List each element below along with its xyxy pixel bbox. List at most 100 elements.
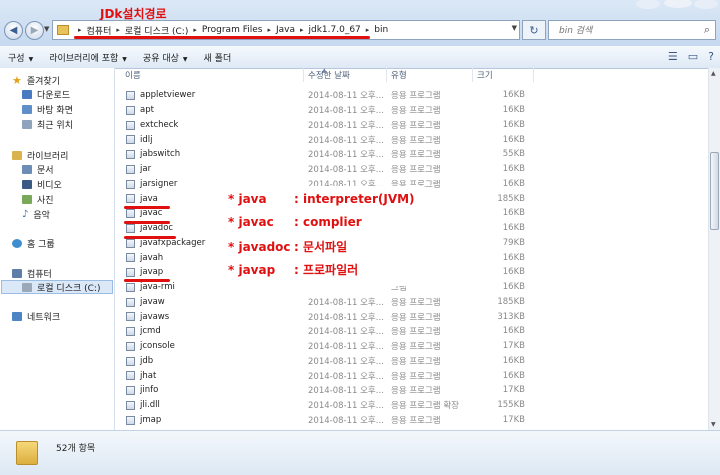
file-size: 16KB <box>502 90 525 101</box>
file-row[interactable]: jdb 2014-08-11 오후... 응용 프로그램 16KB <box>115 354 708 369</box>
sidebar-item-pictures[interactable]: 사진 <box>22 192 54 206</box>
executable-icon <box>126 327 135 336</box>
music-icon: ♪ <box>22 208 29 220</box>
breadcrumb-java[interactable]: Java <box>276 25 295 35</box>
file-size: 16KB <box>502 370 525 381</box>
callout-line: * java: interpreter(JVM) <box>228 192 415 206</box>
callout-line: * javap: 프로파일러 <box>228 263 359 277</box>
column-divider[interactable] <box>386 68 387 82</box>
chevron-down-icon: ▼ <box>122 55 127 63</box>
navigation-pane: ★ 즐겨찾기 다운로드 바탕 화면 최근 위치 라이브러리 문서 비디오 사진 … <box>0 68 115 430</box>
column-header-date[interactable]: 수정한 날짜 <box>308 68 350 82</box>
file-row[interactable]: jhat 2014-08-11 오후... 응용 프로그램 16KB <box>115 368 708 383</box>
sidebar-item-libraries[interactable]: 라이브러리 <box>12 148 68 162</box>
sidebar-item-documents[interactable]: 문서 <box>22 162 54 176</box>
breadcrumb-local-disk[interactable]: 로컬 디스크 (C:) <box>125 24 188 37</box>
sidebar-item-network[interactable]: 네트워크 <box>12 309 60 323</box>
file-row[interactable]: jconsole 2014-08-11 오후... 응용 프로그램 17KB <box>115 339 708 354</box>
breadcrumb-jdk[interactable]: jdk1.7.0_67 <box>309 25 361 35</box>
file-size: 16KB <box>502 178 525 189</box>
file-name: javadoc <box>140 223 174 234</box>
organize-menu[interactable]: 구성 ▼ <box>0 51 41 64</box>
breadcrumb-separator-icon[interactable]: ▸ <box>366 26 370 34</box>
sidebar-item-desktop[interactable]: 바탕 화면 <box>22 102 73 116</box>
file-row[interactable]: javaws 2014-08-11 오후... 응용 프로그램 313KB <box>115 309 708 324</box>
address-dropdown-icon[interactable]: ▼ <box>512 24 517 32</box>
file-row[interactable]: apt 2014-08-11 오후... 응용 프로그램 16KB <box>115 103 708 118</box>
search-box[interactable]: ⌕ <box>548 20 716 40</box>
column-header-type[interactable]: 유형 <box>391 68 407 82</box>
vertical-scrollbar[interactable]: ▲ ▼ <box>708 68 720 430</box>
computer-icon <box>12 268 22 278</box>
scroll-down-icon[interactable]: ▼ <box>711 421 716 428</box>
column-header-name[interactable]: 이름 <box>125 68 141 82</box>
breadcrumb-separator-icon[interactable]: ▸ <box>267 26 271 34</box>
column-divider[interactable] <box>303 68 304 82</box>
breadcrumb-computer[interactable]: 컴퓨터 <box>87 24 112 37</box>
file-row[interactable]: idlj 2014-08-11 오후... 응용 프로그램 16KB <box>115 132 708 147</box>
help-icon[interactable]: ? <box>708 50 714 63</box>
executable-icon <box>126 386 135 395</box>
recent-pages-dropdown[interactable]: ▼ <box>44 25 49 33</box>
file-type: 응용 프로그램 <box>391 120 441 131</box>
sidebar-item-local-disk[interactable]: 로컬 디스크 (C:) <box>1 280 113 294</box>
videos-icon <box>22 179 32 189</box>
window-titlebar: JDk설치경로 ◀ ▶ ▼ ▸ 컴퓨터 ▸ 로컬 디스크 (C:) ▸ Prog… <box>0 0 720 46</box>
file-date: 2014-08-11 오후... <box>308 165 384 176</box>
file-row[interactable]: jcmd 2014-08-11 오후... 응용 프로그램 16KB <box>115 324 708 339</box>
scroll-up-icon[interactable]: ▲ <box>711 70 716 77</box>
file-date: 2014-08-11 오후... <box>308 297 384 308</box>
sidebar-item-homegroup[interactable]: 홈 그룹 <box>12 236 55 250</box>
breadcrumb-separator-icon[interactable]: ▸ <box>78 26 82 34</box>
executable-icon <box>126 91 135 100</box>
search-icon[interactable]: ⌕ <box>704 23 710 37</box>
executable-icon <box>126 120 135 130</box>
file-row[interactable]: jabswitch 2014-08-11 오후... 응용 프로그램 55KB <box>115 147 708 162</box>
file-row[interactable]: extcheck 2014-08-11 오후... 응용 프로그램 16KB <box>115 118 708 133</box>
file-type: 응용 프로그램 <box>391 297 441 308</box>
column-divider[interactable] <box>533 68 534 82</box>
command-bar: 구성 ▼ 라이브러리에 포함 ▼ 공유 대상 ▼ 새 폴더 ☰ ▭ ? <box>0 46 720 69</box>
file-type: 응용 프로그램 <box>391 150 441 161</box>
annotation-callout: * java: interpreter(JVM) * javac: compli… <box>228 186 424 286</box>
breadcrumb-program-files[interactable]: Program Files <box>202 25 263 35</box>
breadcrumb-separator-icon[interactable]: ▸ <box>116 26 120 34</box>
sidebar-item-favorites[interactable]: ★ 즐겨찾기 <box>12 73 60 87</box>
sidebar-item-downloads[interactable]: 다운로드 <box>22 87 70 101</box>
file-type: 응용 프로그램 <box>391 371 441 382</box>
share-with-menu[interactable]: 공유 대상 ▼ <box>135 51 196 64</box>
file-name: java <box>140 193 158 204</box>
file-size: 55KB <box>502 149 525 160</box>
executable-icon <box>126 135 135 145</box>
new-folder-button[interactable]: 새 폴더 <box>196 51 240 64</box>
file-type: 응용 프로그램 <box>391 386 441 397</box>
sidebar-item-recent-places[interactable]: 최근 위치 <box>22 117 73 131</box>
file-type: 응용 프로그램 <box>391 106 441 117</box>
sidebar-item-music[interactable]: ♪ 음악 <box>22 207 50 221</box>
file-row[interactable]: jar 2014-08-11 오후... 응용 프로그램 16KB <box>115 162 708 177</box>
pictures-icon <box>22 194 32 204</box>
chevron-down-icon: ▼ <box>28 55 34 63</box>
executable-icon <box>126 282 135 292</box>
search-input[interactable] <box>557 22 701 40</box>
column-divider[interactable] <box>472 68 473 82</box>
breadcrumb-separator-icon[interactable]: ▸ <box>193 26 197 34</box>
refresh-button[interactable]: ↻ <box>522 20 546 40</box>
scrollbar-thumb[interactable] <box>710 152 719 230</box>
file-row[interactable]: jinfo 2014-08-11 오후... 응용 프로그램 17KB <box>115 383 708 398</box>
file-row[interactable]: jli.dll 2014-08-11 오후... 응용 프로그램 확장 155KB <box>115 398 708 413</box>
back-button[interactable]: ◀ <box>4 21 23 40</box>
view-options-icon[interactable]: ☰ <box>668 50 678 63</box>
sidebar-item-computer[interactable]: 컴퓨터 <box>12 266 52 280</box>
breadcrumb-bin[interactable]: bin <box>374 25 388 35</box>
file-row[interactable]: appletviewer 2014-08-11 오후... 응용 프로그램 16KB <box>115 88 708 103</box>
forward-button[interactable]: ▶ <box>25 21 44 40</box>
preview-pane-icon[interactable]: ▭ <box>688 50 698 63</box>
executable-icon <box>126 105 135 115</box>
sidebar-item-videos[interactable]: 비디오 <box>22 177 62 191</box>
include-in-library-menu[interactable]: 라이브러리에 포함 ▼ <box>41 51 135 64</box>
file-row[interactable]: javaw 2014-08-11 오후... 응용 프로그램 185KB <box>115 295 708 310</box>
file-row[interactable]: jmap 2014-08-11 오후... 응용 프로그램 17KB <box>115 413 708 428</box>
column-header-size[interactable]: 크기 <box>477 68 493 82</box>
breadcrumb-separator-icon[interactable]: ▸ <box>300 26 304 34</box>
